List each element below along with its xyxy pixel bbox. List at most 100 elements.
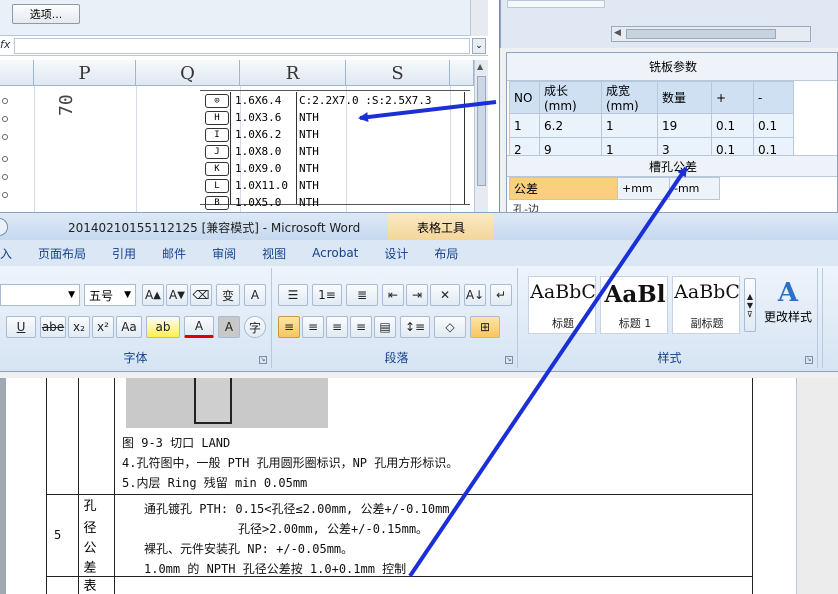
font-size-dropdown[interactable]: 五号 ▼ [84, 284, 136, 306]
numbering-button[interactable]: 1≡ [312, 284, 342, 306]
formula-expand-icon[interactable]: ⌄ [472, 38, 486, 54]
params-header: - [753, 81, 794, 114]
vertical-label-char: 公 [83, 541, 97, 556]
office-button[interactable] [0, 218, 8, 236]
doc-line-4: 4.孔符图中，一般 PTH 孔用圆形圈标识，NP 孔用方形标识。 [122, 456, 459, 470]
scroll-left-icon[interactable]: ◀ [614, 28, 621, 38]
strikethrough-button[interactable]: abe [40, 316, 66, 338]
clear-format-icon[interactable]: ⌫ [190, 284, 212, 306]
font-name-dropdown[interactable]: ▼ [0, 284, 80, 306]
char-shading-icon[interactable]: A [218, 316, 240, 338]
horizontal-scrollbar[interactable]: ◀ [611, 26, 811, 42]
style-name: 标题 [552, 317, 574, 330]
formula-input[interactable] [14, 38, 470, 54]
column-header-p[interactable]: P [34, 60, 136, 86]
ribbon-overflow [822, 268, 838, 368]
change-case-button[interactable]: Aa [116, 316, 142, 338]
tab-references[interactable]: 引用 [96, 245, 146, 262]
params-cell[interactable]: 0.1 [711, 113, 754, 138]
doc-npth-line: 1.0mm 的 NPTH 孔径公差按 1.0+0.1mm 控制 [144, 562, 407, 576]
font-color-button[interactable]: A [184, 316, 214, 338]
chinese-layout-button[interactable]: ✕ [430, 284, 460, 306]
doc-pth-line-2: 孔径>2.00mm, 公差+/-0.15mm。 [238, 522, 429, 536]
right-top-box [507, 0, 605, 8]
font-group: ▼ 五号 ▼ A ▲ A ▼ ⌫ 变 A U abe x₂ x² Aa ab A A … [0, 268, 272, 368]
grow-font-button[interactable]: A ▲ [142, 284, 164, 306]
document-side-area [796, 378, 838, 594]
line-spacing-button[interactable]: ↕≡ [400, 316, 430, 338]
params-cell[interactable]: 1 [509, 113, 540, 138]
borders-button[interactable]: ⊞ [470, 316, 500, 338]
phonetic-guide-icon[interactable]: 变 [216, 284, 240, 306]
shading-button[interactable]: ◇ [434, 316, 466, 338]
options-button[interactable]: 选项... [12, 4, 80, 24]
tab-layout[interactable]: 布局 [418, 245, 468, 262]
document-page[interactable]: 图 9-3 切口 LAND 4.孔符图中，一般 PTH 孔用圆形圈标识，NP 孔… [6, 378, 796, 594]
multilevel-list-button[interactable]: ≣ [346, 284, 378, 306]
style-heading-1[interactable]: AaBl 标题 1 [600, 276, 668, 334]
tolerance-header[interactable]: +mm [617, 177, 670, 200]
highlight-color-button[interactable]: ab [146, 316, 180, 338]
scroll-thumb[interactable] [477, 76, 486, 186]
options-bar: 选项... [0, 0, 470, 36]
params-header: 成长(mm) [539, 81, 602, 114]
shrink-font-button[interactable]: A ▼ [166, 284, 188, 306]
align-left-button[interactable]: ≡ [278, 316, 300, 338]
underline-button[interactable]: U [6, 316, 36, 338]
tab-acrobat[interactable]: Acrobat [296, 246, 368, 260]
doc-line-5: 5.内层 Ring 残留 min 0.05mm [122, 476, 308, 490]
paragraph-group: ☰ 1≡ ≣ ⇤ ⇥ ✕ A↓ ↵ ≡ ≡ ≡ ≡ ▤ ↕≡ ◇ ⊞ 段落 ↘ [276, 268, 518, 368]
slot-tolerance-title: 槽孔公差 [507, 155, 837, 177]
screenshot-root: 选项... ✕ fx ⌄ P Q R S 70 [0, 0, 838, 594]
decrease-indent-button[interactable]: ⇤ [382, 284, 404, 306]
column-header-q[interactable]: Q [136, 60, 240, 86]
scan-value: NTH [299, 179, 319, 192]
tab-mailings[interactable]: 邮件 [146, 245, 196, 262]
spreadsheet-grid[interactable]: 70 ⊙ 1.6X6.4 C:2.2X7.0 :S:2.5X7.3 H 1.0X3.6 N… [0, 86, 474, 216]
font-dialog-launcher-icon[interactable]: ↘ [259, 356, 267, 364]
tab-design[interactable]: 设计 [368, 245, 418, 262]
column-header-r[interactable]: R [240, 60, 346, 86]
tab-review[interactable]: 审阅 [196, 245, 246, 262]
char-border-icon[interactable]: A [244, 284, 266, 306]
change-styles-label: 更改样式 [763, 310, 812, 324]
params-cell[interactable]: 19 [657, 113, 712, 138]
column-header-s[interactable]: S [346, 60, 450, 86]
show-marks-button[interactable]: ↵ [490, 284, 512, 306]
sort-button[interactable]: A↓ [464, 284, 486, 306]
params-cell[interactable]: 0.1 [753, 113, 794, 138]
styles-scroll-icon[interactable]: ▲ ▼ ⊽ [744, 278, 756, 332]
params-header: NO [509, 81, 540, 114]
column-header-blank[interactable] [0, 60, 34, 86]
increase-indent-button[interactable]: ⇥ [406, 284, 428, 306]
excel-vertical-scrollbar[interactable]: ▲ [474, 60, 488, 216]
tab-insert[interactable]: 入 [0, 245, 22, 262]
scan-value: C:2.2X7.0 :S:2.5X7.3 [299, 94, 432, 107]
align-center-button[interactable]: ≡ [302, 316, 324, 338]
scanned-image: 70 ⊙ 1.6X6.4 C:2.2X7.0 :S:2.5X7.3 H 1.0X3.6 N… [0, 86, 474, 216]
params-cell[interactable]: 6.2 [539, 113, 602, 138]
superscript-button[interactable]: x² [92, 316, 114, 338]
bullets-button[interactable]: ☰ [278, 284, 308, 306]
paragraph-dialog-launcher-icon[interactable]: ↘ [505, 356, 513, 364]
tolerance-header[interactable]: 公差 [509, 177, 618, 200]
style-heading[interactable]: AaBbC 标题 [528, 276, 596, 334]
enclose-char-icon[interactable]: 字 [244, 316, 266, 338]
tab-page-layout[interactable]: 页面布局 [22, 245, 96, 262]
justify-button[interactable]: ≡ [350, 316, 372, 338]
distributed-button[interactable]: ▤ [374, 316, 396, 338]
change-styles-button[interactable]: A 更改样式 [760, 278, 816, 338]
style-subtitle[interactable]: AaBbC 副标题 [672, 276, 740, 334]
scan-code: K [205, 161, 229, 176]
mill-params-title: 铣板参数 [507, 53, 837, 81]
column-header-t[interactable] [450, 60, 474, 86]
styles-dialog-launcher-icon[interactable]: ↘ [805, 356, 813, 364]
align-right-button[interactable]: ≡ [326, 316, 348, 338]
horizontal-scroll-thumb[interactable] [626, 29, 776, 39]
scan-size: 1.0X9.0 [235, 162, 282, 175]
params-cell[interactable]: 1 [601, 113, 658, 138]
scroll-up-icon[interactable]: ▲ [477, 62, 483, 71]
subscript-button[interactable]: x₂ [68, 316, 90, 338]
tab-view[interactable]: 视图 [246, 245, 296, 262]
tolerance-header[interactable]: -mm [669, 177, 720, 200]
